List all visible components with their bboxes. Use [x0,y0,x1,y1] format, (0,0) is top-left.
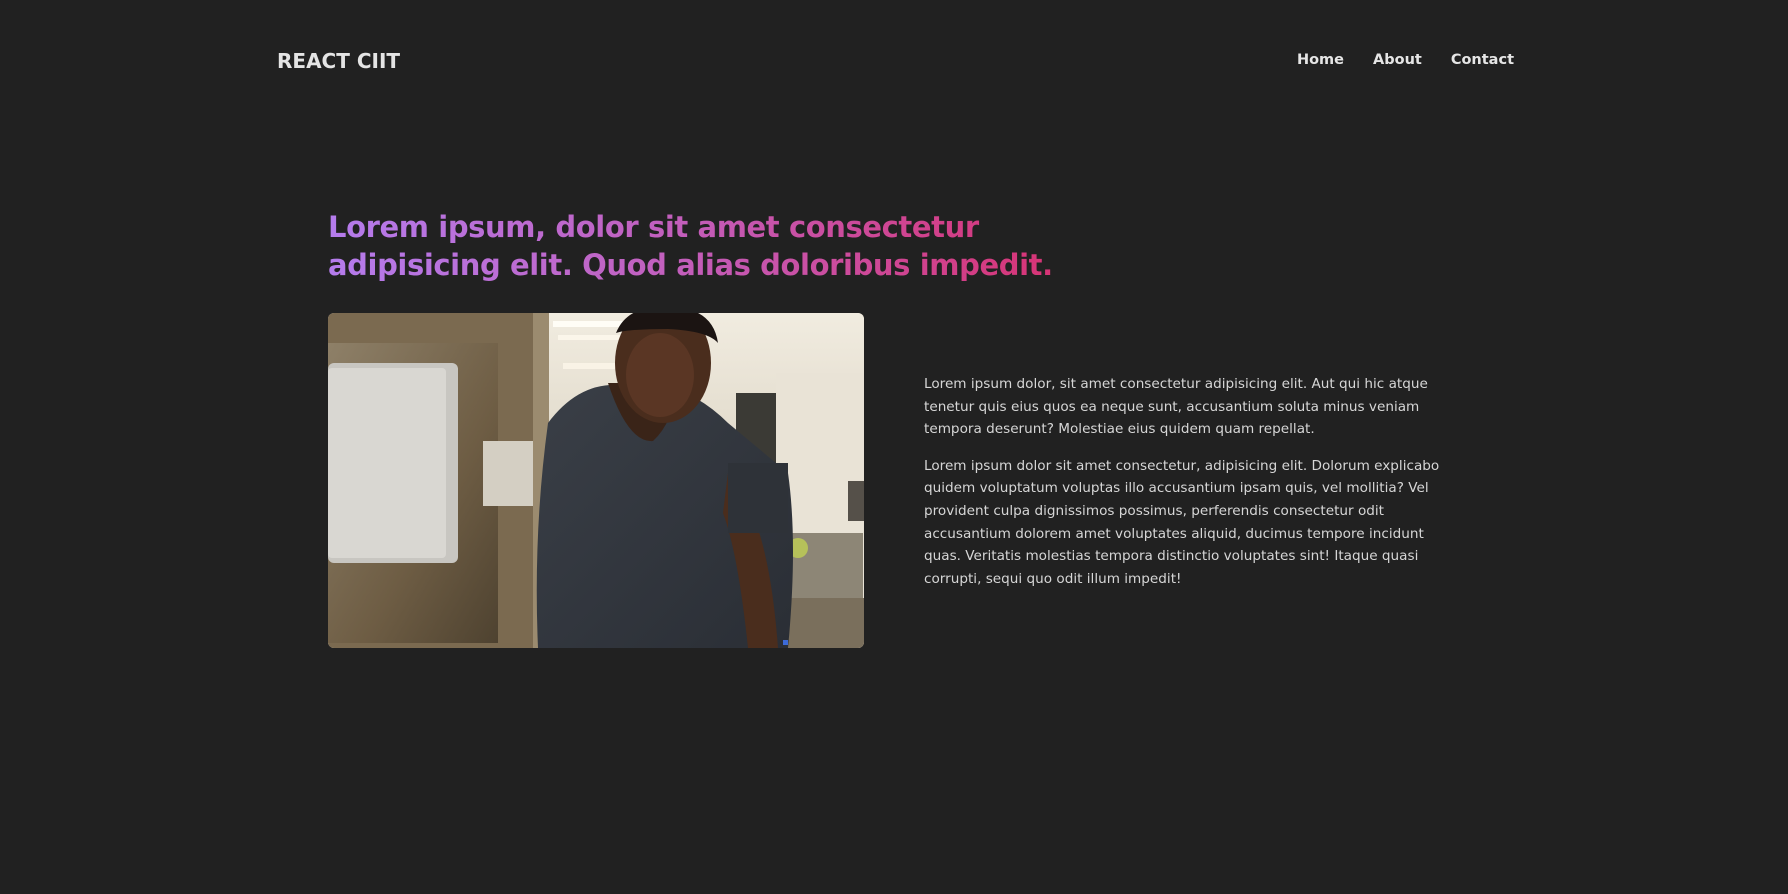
brand-logo[interactable]: REACT CIIT [277,46,400,76]
content-column: Lorem ipsum dolor, sit amet consectetur … [924,373,1464,604]
nav-link-contact[interactable]: Contact [1451,48,1514,72]
main-nav: Home About Contact [1297,48,1514,72]
nav-link-home[interactable]: Home [1297,48,1344,72]
nav-link-about[interactable]: About [1373,48,1422,72]
paragraph-2: Lorem ipsum dolor sit amet consectetur, … [924,457,1440,587]
photo-person-at-desk [328,313,864,648]
hero-photo [328,313,864,648]
hero-headline: Lorem ipsum, dolor sit amet consectetur … [328,208,1088,284]
page: REACT CIIT Home About Contact Lorem ipsu… [0,0,1788,894]
paragraph-1: Lorem ipsum dolor, sit amet consectetur … [924,376,1428,438]
